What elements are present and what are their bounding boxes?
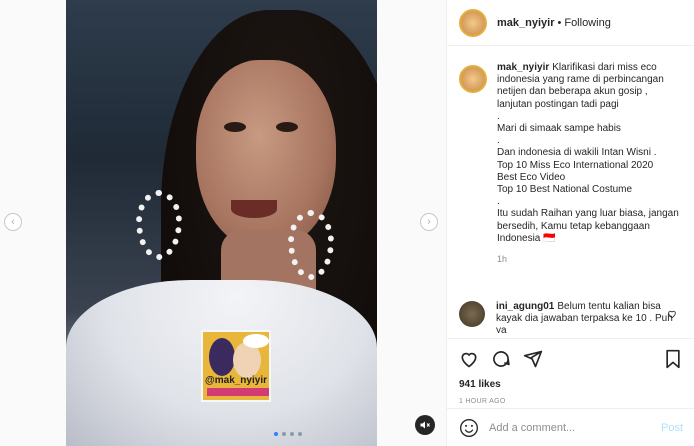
comment-input[interactable] bbox=[489, 421, 661, 434]
follow-status-button[interactable]: Following bbox=[564, 17, 610, 29]
carousel-dot bbox=[290, 432, 294, 436]
caption-line: Dan indonesia di wakili Intan Wisni . bbox=[497, 147, 657, 159]
carousel-dot bbox=[282, 432, 286, 436]
chevron-right-icon: › bbox=[427, 216, 431, 228]
save-button[interactable] bbox=[663, 349, 683, 369]
post-side-panel: mak_nyiyir • Following mak_nyiyir Klarifi… bbox=[446, 0, 694, 446]
share-icon bbox=[523, 350, 543, 368]
caption-line: . bbox=[497, 135, 500, 147]
comment-text: ini_agung01 Belum tentu kalian bisa kayak… bbox=[496, 301, 674, 333]
media-mouth bbox=[231, 200, 277, 218]
sound-off-icon bbox=[420, 421, 430, 429]
comment-icon bbox=[493, 351, 510, 367]
comment-like-button[interactable] bbox=[667, 309, 677, 321]
comment-username[interactable]: ini_agung01 bbox=[496, 301, 554, 312]
avatar[interactable] bbox=[459, 8, 487, 37]
sticker-band bbox=[207, 388, 269, 396]
caption-text: mak_nyiyir Klarifikasi dari miss eco indo… bbox=[497, 62, 683, 294]
post-timestamp[interactable]: 1 HOUR AGO bbox=[459, 398, 683, 405]
caption-timestamp: 1h bbox=[497, 254, 508, 265]
likes-count[interactable]: 941 likes bbox=[459, 379, 683, 390]
heart-icon bbox=[668, 310, 676, 319]
chevron-left-icon: ‹ bbox=[11, 216, 15, 228]
header-separator: • bbox=[557, 16, 562, 29]
media-eye-left bbox=[224, 122, 246, 132]
caption-block: mak_nyiyir Klarifikasi dari miss eco indo… bbox=[459, 62, 694, 294]
post-username[interactable]: mak_nyiyir bbox=[497, 17, 554, 29]
prev-post-button[interactable]: ‹ bbox=[4, 213, 22, 231]
carousel-indicator bbox=[274, 432, 302, 436]
like-button[interactable] bbox=[459, 349, 479, 369]
bookmark-icon bbox=[666, 349, 680, 369]
action-icons bbox=[459, 347, 683, 371]
sticker-graphic: @mak_nyiyir bbox=[201, 330, 271, 402]
heart-icon bbox=[461, 352, 477, 368]
carousel-dot bbox=[274, 432, 278, 436]
sticker-figure bbox=[209, 338, 235, 376]
next-post-button[interactable]: › bbox=[420, 213, 438, 231]
add-comment-bar: Post bbox=[447, 408, 694, 446]
post-actions: 941 likes 1 HOUR AGO bbox=[447, 338, 694, 405]
caption-line: Itu sudah Raihan yang luar biasa, jangan… bbox=[497, 208, 679, 244]
caption-line: . bbox=[497, 196, 500, 208]
avatar[interactable] bbox=[459, 65, 487, 93]
caption-line: Mari di simaak sampe habis bbox=[497, 123, 621, 135]
avatar[interactable] bbox=[459, 301, 485, 327]
media-eye-right bbox=[276, 122, 298, 132]
comment-item: ini_agung01 Belum tentu kalian bisa kayak… bbox=[459, 301, 694, 333]
caption-line: Best Eco Video bbox=[497, 171, 566, 183]
post-media[interactable]: @mak_nyiyir bbox=[66, 0, 377, 446]
caption-line: Top 10 Miss Eco International 2020 bbox=[497, 159, 654, 171]
post-header: mak_nyiyir • Following bbox=[447, 0, 694, 46]
emoji-button[interactable] bbox=[459, 418, 479, 438]
sticker-handle: @mak_nyiyir bbox=[204, 375, 267, 386]
carousel-dot bbox=[298, 432, 302, 436]
post-comment-button[interactable]: Post bbox=[661, 422, 683, 434]
sticker-speech-bubble bbox=[243, 334, 269, 348]
mute-button[interactable] bbox=[415, 415, 435, 435]
caption-line: . bbox=[497, 110, 500, 122]
share-button[interactable] bbox=[523, 349, 543, 369]
comment-button[interactable] bbox=[491, 349, 511, 369]
caption-line: Top 10 Best National Costume bbox=[497, 184, 633, 196]
smile-icon bbox=[460, 418, 478, 437]
caption-username[interactable]: mak_nyiyir bbox=[497, 62, 549, 73]
